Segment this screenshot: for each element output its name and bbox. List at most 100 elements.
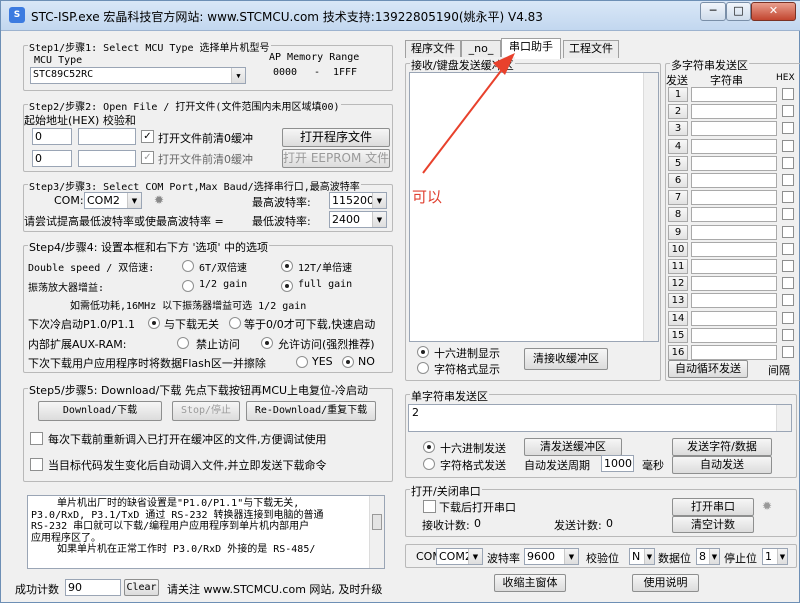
multi-hex-checkbox[interactable] bbox=[782, 346, 794, 358]
radio-full-gain[interactable] bbox=[281, 280, 293, 292]
info-scrollbar[interactable] bbox=[369, 496, 384, 568]
reload-before-download-checkbox[interactable] bbox=[30, 432, 43, 445]
radio-hex-send[interactable] bbox=[423, 441, 435, 453]
multi-send-row-button[interactable]: 11 bbox=[668, 259, 688, 274]
send-textarea[interactable]: 2 bbox=[408, 404, 792, 432]
multi-string-input[interactable] bbox=[691, 276, 777, 292]
multi-hex-checkbox[interactable] bbox=[782, 88, 794, 100]
scroll-thumb[interactable] bbox=[372, 514, 382, 530]
tab-project-file[interactable]: 工程文件 bbox=[563, 40, 619, 58]
radio-char-display[interactable] bbox=[417, 362, 429, 374]
max-baud-select[interactable]: 115200 ▼ bbox=[329, 192, 387, 209]
port-com-select[interactable]: COM2 ▼ bbox=[436, 548, 483, 565]
multi-hex-checkbox[interactable] bbox=[782, 174, 794, 186]
multi-send-row-button[interactable]: 13 bbox=[668, 293, 688, 309]
multi-hex-checkbox[interactable] bbox=[782, 311, 794, 324]
open-program-file-button[interactable]: 打开程序文件 bbox=[282, 128, 390, 147]
auto-send-button[interactable]: 自动发送 bbox=[672, 456, 772, 474]
radio-erase-no[interactable] bbox=[342, 356, 354, 368]
radio-char-send[interactable] bbox=[423, 458, 435, 470]
mcu-type-select[interactable]: STC89C52RC ▼ bbox=[30, 67, 246, 84]
multi-string-input[interactable] bbox=[691, 310, 777, 326]
multi-send-row-button[interactable]: 14 bbox=[668, 310, 688, 326]
multi-hex-checkbox[interactable] bbox=[782, 225, 794, 238]
close-button[interactable]: ✕ bbox=[751, 2, 796, 21]
multi-hex-checkbox[interactable] bbox=[782, 139, 794, 152]
multi-string-input[interactable] bbox=[691, 138, 777, 154]
multi-string-input[interactable] bbox=[691, 345, 777, 360]
clear-button[interactable]: Clear bbox=[124, 579, 159, 596]
multi-string-input[interactable] bbox=[691, 155, 777, 171]
clear-count-button[interactable]: 清空计数 bbox=[672, 516, 754, 533]
multi-string-input[interactable] bbox=[691, 190, 777, 206]
redownload-button[interactable]: Re-Download/重复下载 bbox=[246, 401, 376, 421]
multi-send-row-button[interactable]: 5 bbox=[668, 155, 688, 171]
refresh-icon[interactable]: ✹ bbox=[154, 193, 164, 207]
radio-half-gain[interactable] bbox=[182, 280, 194, 292]
multi-string-input[interactable] bbox=[691, 293, 777, 309]
multi-hex-checkbox[interactable] bbox=[782, 277, 794, 290]
eeprom-address-input[interactable]: 0 bbox=[32, 150, 72, 167]
multi-string-input[interactable] bbox=[691, 207, 777, 223]
radio-allow-aux[interactable] bbox=[261, 337, 273, 349]
multi-hex-checkbox[interactable] bbox=[782, 208, 794, 221]
radio-equal0[interactable] bbox=[229, 317, 241, 329]
open-eeprom-file-button[interactable]: 打开 EEPROM 文件 bbox=[282, 149, 390, 168]
multi-string-input[interactable] bbox=[691, 259, 777, 274]
multi-send-row-button[interactable]: 7 bbox=[668, 190, 688, 206]
auto-load-checkbox[interactable] bbox=[30, 458, 43, 471]
send-data-button[interactable]: 发送字符/数据 bbox=[672, 438, 772, 456]
multi-string-input[interactable] bbox=[691, 173, 777, 188]
start-address-input[interactable]: 0 bbox=[32, 128, 72, 145]
multi-send-row-button[interactable]: 8 bbox=[668, 207, 688, 223]
multi-hex-checkbox[interactable] bbox=[782, 260, 794, 272]
clear-receive-button[interactable]: 清接收缓冲区 bbox=[524, 348, 608, 370]
databits-select[interactable]: 8 ▼ bbox=[696, 548, 720, 565]
receive-scrollbar[interactable] bbox=[643, 73, 658, 341]
clear-eeprom-buffer-checkbox[interactable]: ✓ bbox=[141, 151, 154, 164]
radio-hex-display[interactable] bbox=[417, 346, 429, 358]
multi-hex-checkbox[interactable] bbox=[782, 294, 794, 307]
radio-unrelated[interactable] bbox=[148, 317, 160, 329]
multi-hex-checkbox[interactable] bbox=[782, 191, 794, 204]
multi-hex-checkbox[interactable] bbox=[782, 156, 794, 169]
multi-send-row-button[interactable]: 3 bbox=[668, 121, 688, 137]
multi-hex-checkbox[interactable] bbox=[782, 242, 794, 255]
multi-send-row-button[interactable]: 16 bbox=[668, 345, 688, 360]
auto-send-period-input[interactable]: 1000 bbox=[601, 455, 634, 472]
multi-send-row-button[interactable]: 1 bbox=[668, 87, 688, 102]
multi-send-row-button[interactable]: 6 bbox=[668, 173, 688, 188]
shrink-window-button[interactable]: 收缩主窗体 bbox=[494, 574, 566, 592]
multi-string-input[interactable] bbox=[691, 224, 777, 240]
baud-select[interactable]: 9600 ▼ bbox=[524, 548, 579, 565]
multi-hex-checkbox[interactable] bbox=[782, 328, 794, 341]
multi-send-row-button[interactable]: 2 bbox=[668, 104, 688, 120]
multi-send-row-button[interactable]: 4 bbox=[668, 138, 688, 154]
multi-string-input[interactable] bbox=[691, 121, 777, 137]
send-scrollbar[interactable] bbox=[776, 405, 791, 431]
multi-send-row-button[interactable]: 9 bbox=[668, 224, 688, 240]
multi-send-row-button[interactable]: 12 bbox=[668, 276, 688, 292]
parity-select[interactable]: N ▼ bbox=[629, 548, 655, 565]
minimize-button[interactable]: ─ bbox=[700, 2, 726, 21]
multi-send-row-button[interactable]: 15 bbox=[668, 327, 688, 343]
download-button[interactable]: Download/下载 bbox=[38, 401, 162, 421]
clear-send-button[interactable]: 清发送缓冲区 bbox=[524, 438, 622, 456]
multi-send-row-button[interactable]: 10 bbox=[668, 241, 688, 257]
multi-string-input[interactable] bbox=[691, 87, 777, 102]
multi-hex-checkbox[interactable] bbox=[782, 105, 794, 118]
stopbits-select[interactable]: 1 ▼ bbox=[762, 548, 788, 565]
radio-disable-aux[interactable] bbox=[177, 337, 189, 349]
multi-string-input[interactable] bbox=[691, 327, 777, 343]
radio-erase-yes[interactable] bbox=[296, 356, 308, 368]
radio-12t[interactable] bbox=[281, 260, 293, 272]
open-after-download-checkbox[interactable] bbox=[423, 500, 436, 513]
radio-6t[interactable] bbox=[182, 260, 194, 272]
stop-button[interactable]: Stop/停止 bbox=[172, 401, 240, 421]
multi-string-input[interactable] bbox=[691, 241, 777, 257]
com-port-select[interactable]: COM2 ▼ bbox=[84, 192, 142, 209]
help-button[interactable]: 使用说明 bbox=[632, 574, 699, 592]
open-port-button[interactable]: 打开串口 bbox=[672, 498, 754, 516]
multi-hex-checkbox[interactable] bbox=[782, 122, 794, 135]
multi-string-input[interactable] bbox=[691, 104, 777, 120]
